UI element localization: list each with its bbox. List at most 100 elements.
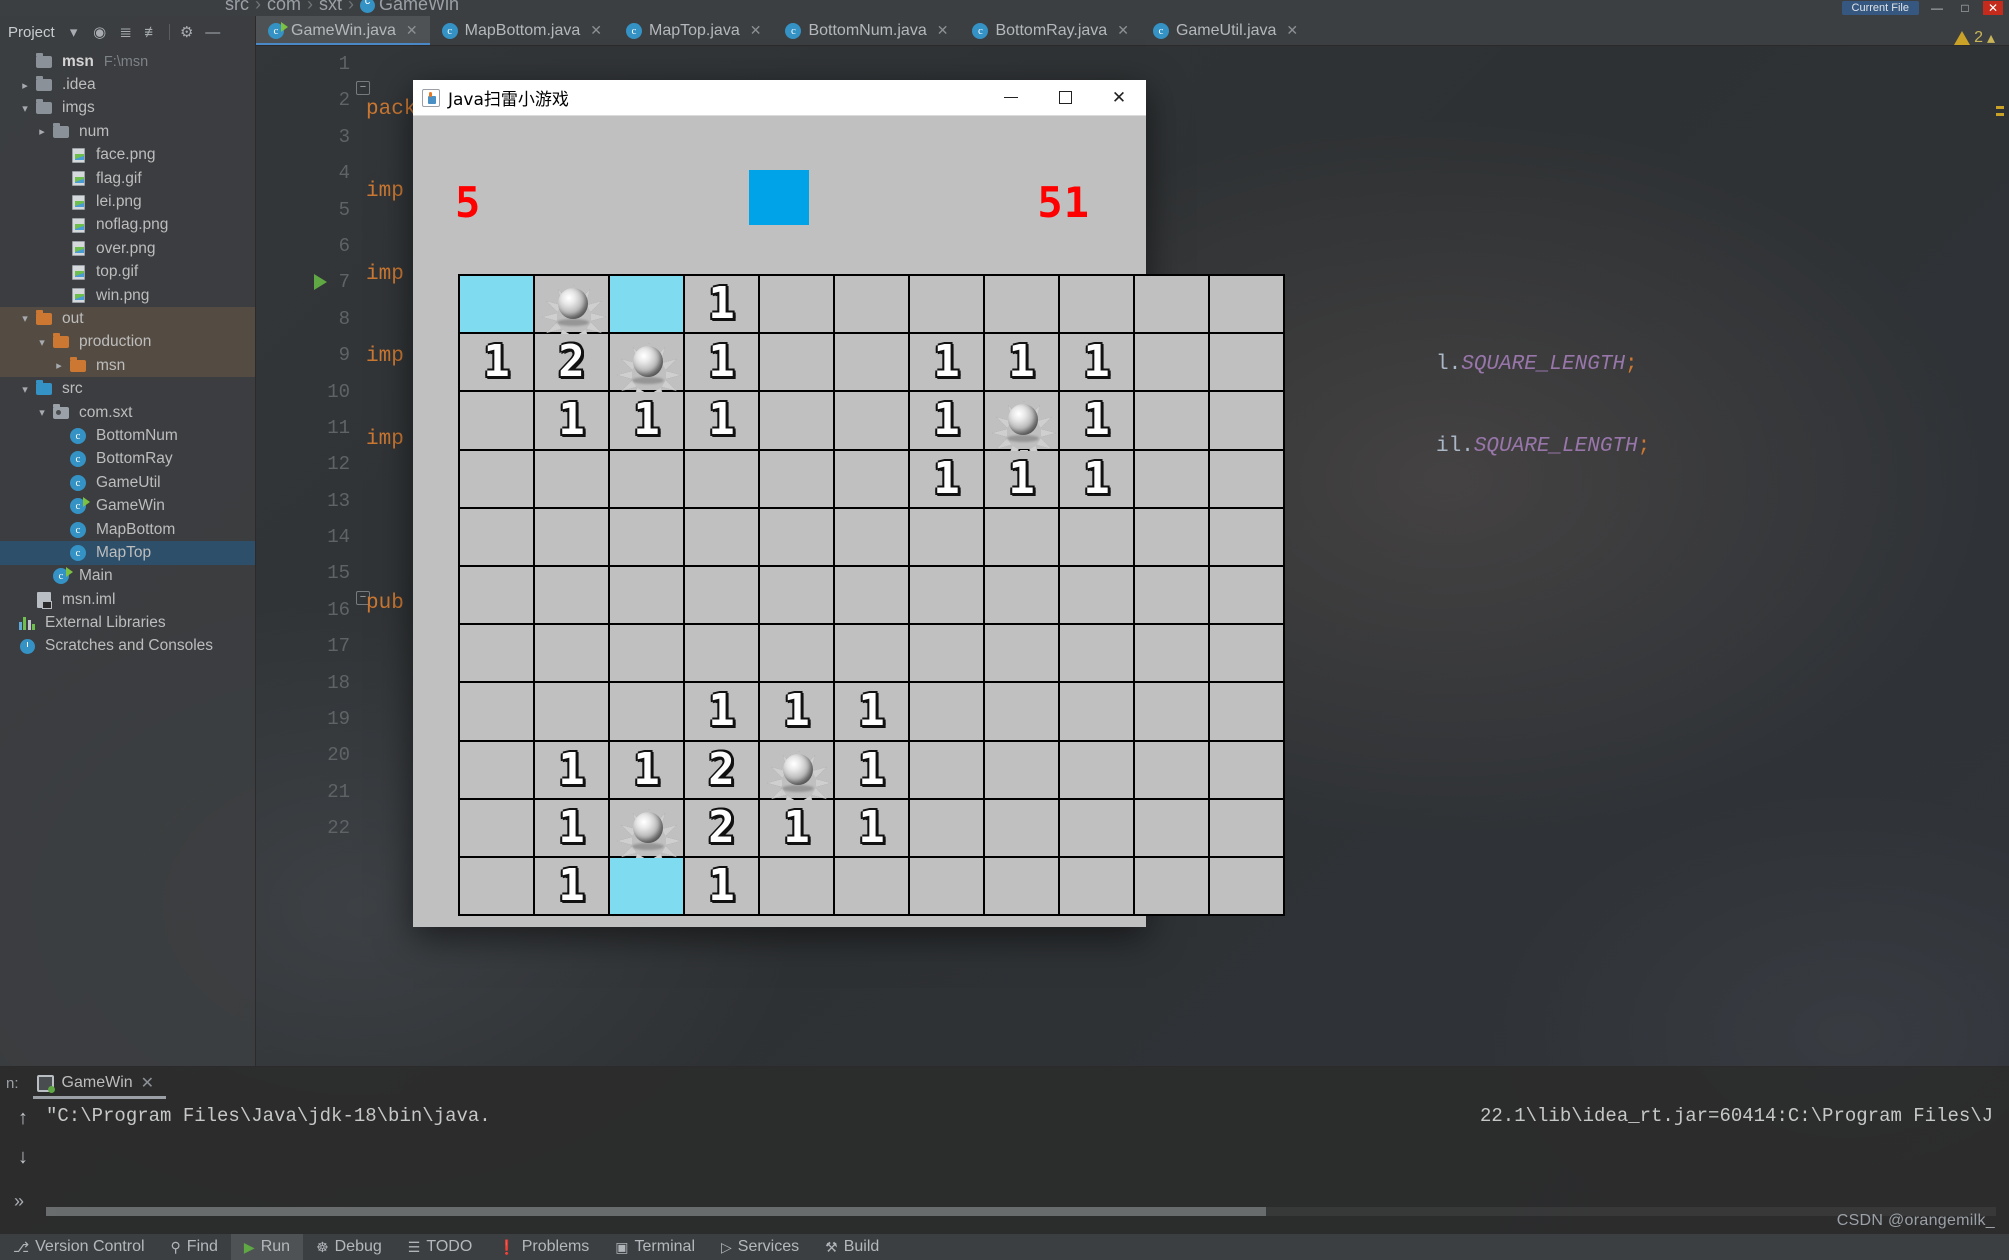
tree-item-top-gif[interactable]: top.gif [0,261,255,284]
minesweeper-cell[interactable]: 1 [535,858,610,916]
tree-item-imgs[interactable]: imgs [0,97,255,120]
minesweeper-cell[interactable] [1060,509,1135,567]
minesweeper-cell[interactable] [835,858,910,916]
minesweeper-cell[interactable] [760,451,835,509]
minesweeper-cell[interactable]: 1 [1060,392,1135,450]
chevron-up-icon[interactable]: ▴ [1987,28,1995,48]
tree-item-maptop[interactable]: cMapTop [0,541,255,564]
run-tab-gamewin[interactable]: GameWin ✕ [29,1068,163,1098]
console-horizontal-scrollbar[interactable] [46,1207,1996,1216]
minesweeper-cell[interactable] [535,625,610,683]
tree-item-gameutil[interactable]: cGameUtil [0,471,255,494]
minesweeper-cell[interactable] [910,683,985,741]
editor-tab-bar[interactable]: cGameWin.java✕cMapBottom.java✕cMapTop.ja… [256,16,2009,46]
minesweeper-cell[interactable] [985,509,1060,567]
minesweeper-title-bar[interactable]: Java扫雷小游戏 ✕ [413,80,1146,116]
minesweeper-cell[interactable] [460,742,535,800]
minesweeper-cell[interactable] [1210,509,1285,567]
minesweeper-cell[interactable] [685,509,760,567]
minesweeper-cell[interactable] [910,276,985,334]
statusbar-todo[interactable]: ☰TODO [395,1234,486,1260]
tree-item--idea[interactable]: .idea [0,73,255,96]
minesweeper-maximize-button[interactable] [1038,80,1092,116]
breadcrumb-part-com[interactable]: com [267,0,301,14]
tree-item-noflag-png[interactable]: noflag.png [0,214,255,237]
statusbar-version-control[interactable]: ⎇Version Control [0,1234,158,1260]
minesweeper-cell[interactable] [1135,625,1210,683]
minesweeper-cell[interactable]: 1 [685,858,760,916]
minesweeper-cell[interactable] [1060,800,1135,858]
minesweeper-cell[interactable]: 1 [535,392,610,450]
tree-item-bottomnum[interactable]: cBottomNum [0,424,255,447]
tree-item-external-libraries[interactable]: External Libraries [0,611,255,634]
minesweeper-cell[interactable] [1060,742,1135,800]
chevron-down-icon[interactable] [17,312,33,325]
minesweeper-cell[interactable] [985,276,1060,334]
minesweeper-cell[interactable] [760,858,835,916]
bottom-tool-window-bar[interactable]: ⎇Version Control⚲Find▶Run☸Debug☰TODO❗Pro… [0,1234,2009,1260]
tree-item-msn[interactable]: msn [0,354,255,377]
chevron-down-icon[interactable] [34,406,50,419]
minesweeper-cell[interactable] [610,858,685,916]
minesweeper-cell[interactable] [460,800,535,858]
tree-item-src[interactable]: src [0,377,255,400]
minesweeper-cell[interactable]: 1 [685,276,760,334]
minesweeper-cell[interactable] [535,683,610,741]
chevron-right-icon[interactable] [34,125,50,138]
close-icon[interactable]: ✕ [1286,22,1298,39]
minesweeper-cell[interactable] [760,742,835,800]
maximize-button[interactable]: □ [1955,1,1975,15]
minesweeper-cell[interactable] [1210,625,1285,683]
minesweeper-cell[interactable]: 1 [835,800,910,858]
expand-all-icon[interactable]: ≣ [113,19,139,45]
minesweeper-cell[interactable] [1210,742,1285,800]
minesweeper-cell[interactable] [1210,276,1285,334]
breadcrumb-part-src[interactable]: src [225,0,249,14]
minesweeper-cell[interactable]: 1 [685,334,760,392]
minesweeper-cell[interactable] [610,800,685,858]
minesweeper-cell[interactable]: 1 [535,800,610,858]
minesweeper-cell[interactable] [835,451,910,509]
minesweeper-cell[interactable] [610,334,685,392]
tree-item-mapbottom[interactable]: cMapBottom [0,518,255,541]
minesweeper-cell[interactable] [985,858,1060,916]
collapse-all-icon[interactable]: ≢ [139,19,165,45]
minesweeper-cell[interactable] [460,509,535,567]
minesweeper-minimize-button[interactable] [984,80,1038,116]
minesweeper-cell[interactable] [1210,451,1285,509]
tree-item-msn-iml[interactable]: msn.iml [0,588,255,611]
editor-marker-stripe[interactable] [1996,106,2006,120]
tree-item-win-png[interactable]: win.png [0,284,255,307]
minesweeper-cell[interactable] [610,276,685,334]
locate-icon[interactable]: ◉ [87,19,113,45]
minesweeper-cell[interactable] [760,625,835,683]
more-icon[interactable]: » [14,1191,24,1212]
minesweeper-cell[interactable] [760,334,835,392]
editor-tab-gamewin-java[interactable]: cGameWin.java✕ [256,16,430,45]
minesweeper-cell[interactable]: 1 [460,334,535,392]
minesweeper-cell[interactable] [835,509,910,567]
close-button[interactable]: ✕ [1983,1,2003,15]
minesweeper-cell[interactable] [985,800,1060,858]
minesweeper-window[interactable]: Java扫雷小游戏 ✕ 5 51 11211111111111111111211… [413,80,1146,927]
minesweeper-cell[interactable] [760,392,835,450]
tree-item-bottomray[interactable]: cBottomRay [0,448,255,471]
minesweeper-cell[interactable]: 1 [985,334,1060,392]
minesweeper-cell[interactable] [1135,334,1210,392]
chevron-down-icon[interactable] [17,102,33,115]
minesweeper-cell[interactable] [910,509,985,567]
minesweeper-cell[interactable]: 1 [910,392,985,450]
minesweeper-cell[interactable]: 1 [985,451,1060,509]
minesweeper-cell[interactable] [835,567,910,625]
minesweeper-cell[interactable] [1135,509,1210,567]
minimize-icon[interactable]: — [200,19,226,45]
minesweeper-cell[interactable] [1135,567,1210,625]
minesweeper-cell[interactable] [1210,567,1285,625]
minesweeper-cell[interactable] [1210,392,1285,450]
statusbar-terminal[interactable]: ▣Terminal [602,1234,708,1260]
minesweeper-cell[interactable] [535,509,610,567]
arrow-up-icon[interactable]: ↑ [18,1107,28,1130]
editor-tab-mapbottom-java[interactable]: cMapBottom.java✕ [430,16,614,45]
chevron-down-icon[interactable] [17,383,33,396]
chevron-down-icon[interactable] [34,336,50,349]
